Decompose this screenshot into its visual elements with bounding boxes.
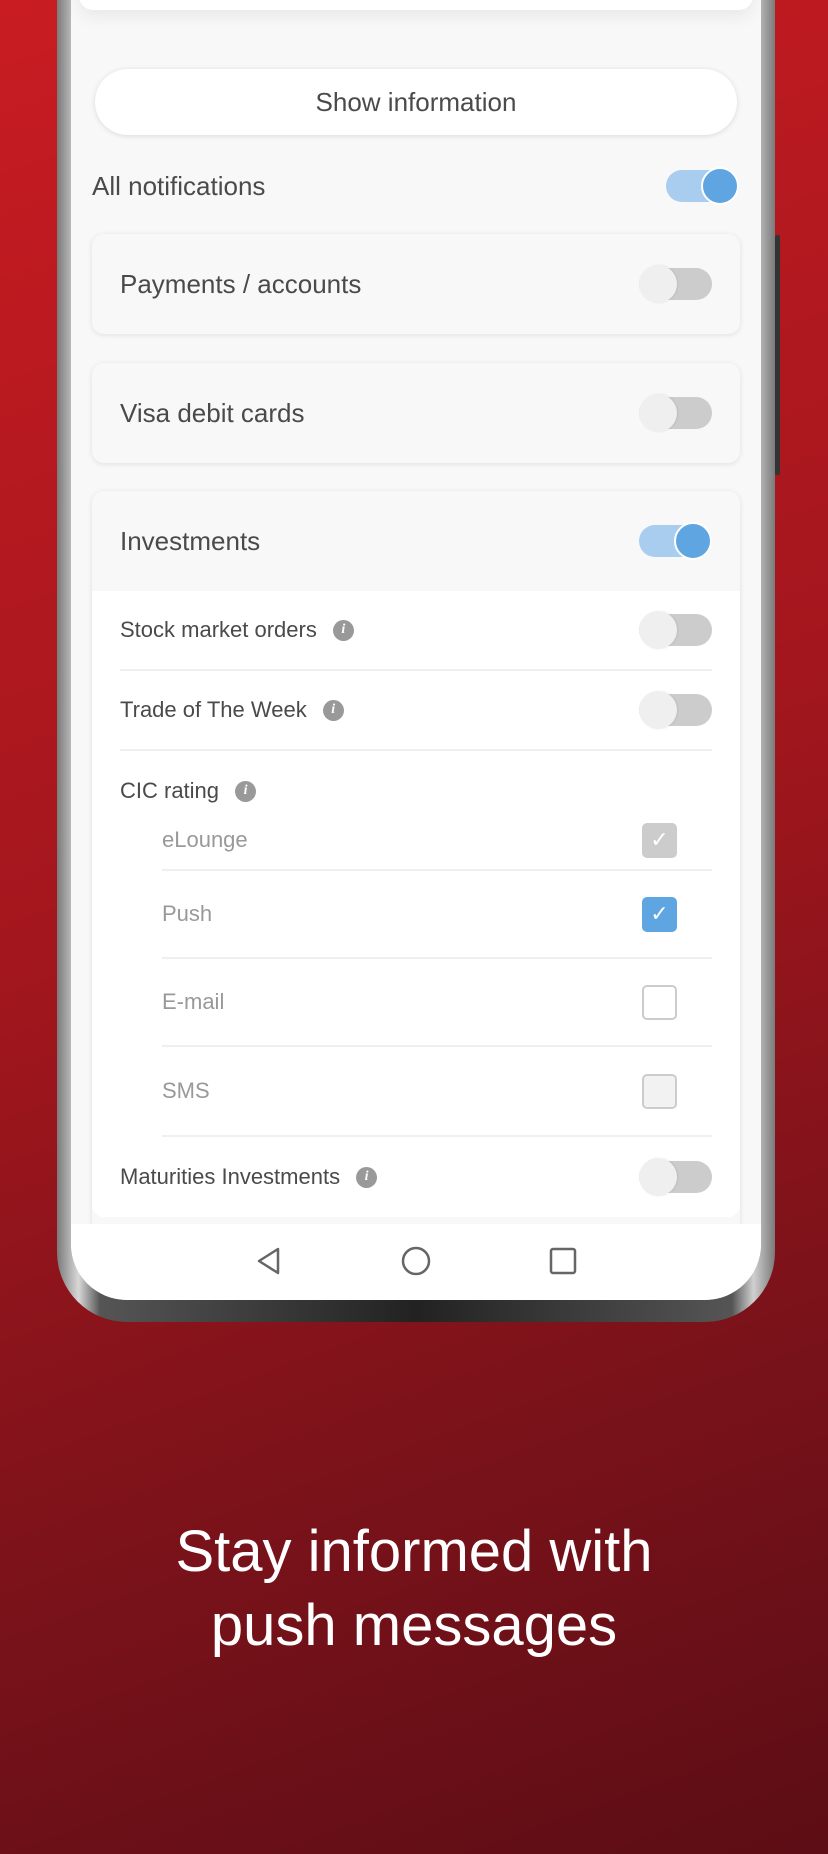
visa-card: Visa debit cards: [92, 363, 740, 463]
info-icon[interactable]: i: [235, 780, 257, 802]
option-label: E-mail: [162, 989, 225, 1014]
visa-toggle[interactable]: [639, 394, 712, 432]
caption-line-2: push messages: [210, 1593, 618, 1658]
option-label: SMS: [162, 1078, 210, 1103]
stock-market-orders-toggle[interactable]: [639, 611, 712, 649]
nav-bar: [71, 1224, 761, 1300]
maturities-toggle[interactable]: [639, 1158, 712, 1196]
info-icon[interactable]: i: [356, 1166, 378, 1188]
show-information-button[interactable]: Show information: [95, 69, 737, 135]
stock-market-orders-label: Stock market orders: [120, 617, 317, 642]
option-push: Push ✓: [162, 871, 712, 959]
all-notifications-label: All notifications: [92, 170, 266, 201]
option-label: eLounge: [162, 827, 248, 852]
payments-card: Payments / accounts: [92, 234, 740, 334]
caption-line-1: Stay informed with: [175, 1519, 653, 1584]
maturities-label: Maturities Investments: [120, 1164, 341, 1189]
top-card: [79, 0, 753, 10]
info-icon[interactable]: i: [322, 699, 344, 721]
back-icon[interactable]: [248, 1240, 290, 1282]
sms-checkbox[interactable]: [642, 1073, 677, 1109]
visa-label: Visa debit cards: [120, 397, 305, 428]
push-checkbox[interactable]: ✓: [642, 896, 677, 932]
elounge-checkbox[interactable]: ✓: [642, 822, 677, 858]
info-icon[interactable]: i: [332, 619, 354, 641]
all-notifications-row: All notifications: [92, 156, 739, 216]
stock-market-orders-row: Stock market orders i: [120, 591, 712, 671]
home-icon[interactable]: [395, 1240, 437, 1282]
caption: Stay informed with push messages: [0, 1515, 828, 1663]
trade-of-the-week-toggle[interactable]: [639, 691, 712, 729]
investments-card: Investments Stock market orders i Trade o…: [92, 491, 740, 1291]
payments-label: Payments / accounts: [120, 268, 362, 299]
option-email: E-mail: [162, 959, 712, 1047]
maturities-row: Maturities Investments i: [120, 1137, 712, 1217]
power-button: [775, 385, 780, 475]
option-elounge: eLounge ✓: [162, 811, 712, 871]
option-sms: SMS: [162, 1047, 712, 1135]
all-notifications-toggle[interactable]: [666, 167, 739, 205]
screen: Show information All notifications Payme…: [71, 0, 761, 1300]
option-label: Push: [162, 901, 213, 926]
phone-frame: Show information All notifications Payme…: [57, 0, 780, 1322]
recents-icon[interactable]: [542, 1240, 584, 1282]
trade-of-the-week-row: Trade of The Week i: [120, 671, 712, 751]
trade-of-the-week-label: Trade of The Week: [120, 697, 307, 722]
investments-label: Investments: [120, 525, 261, 556]
cic-rating-label: CIC rating: [120, 778, 220, 803]
email-checkbox[interactable]: [642, 984, 677, 1020]
investments-toggle[interactable]: [639, 522, 712, 560]
payments-toggle[interactable]: [639, 265, 712, 303]
